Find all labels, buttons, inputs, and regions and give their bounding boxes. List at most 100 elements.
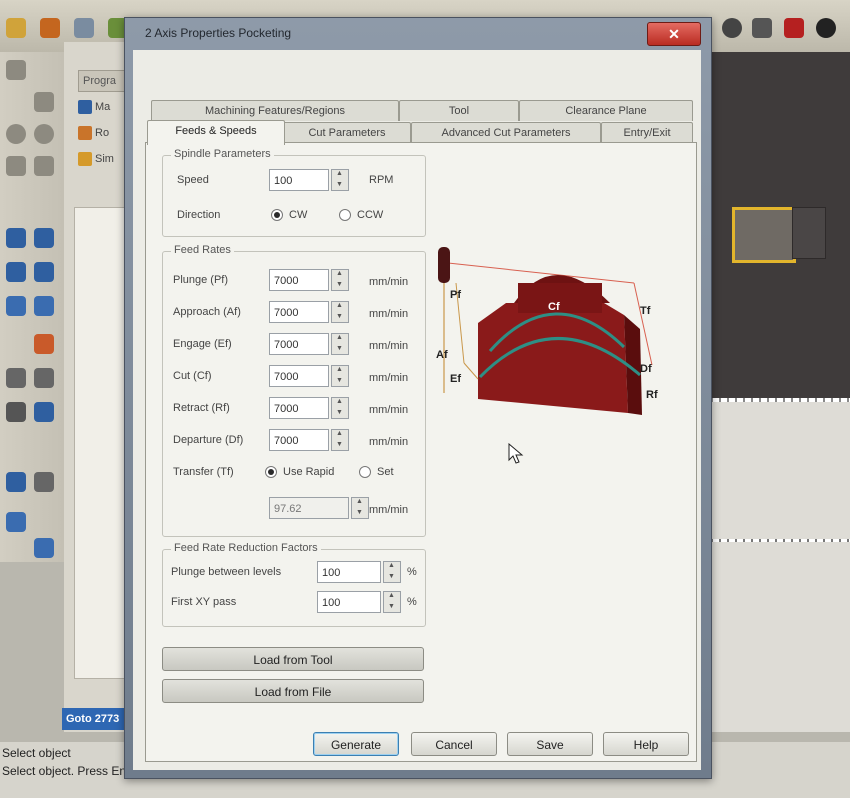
browser-item[interactable]: Sim: [78, 152, 128, 172]
plunge-between-levels-input[interactable]: 100: [317, 561, 381, 583]
browser-item-label: Sim: [95, 152, 114, 165]
status-line-1: Select object: [2, 746, 71, 760]
transform-icon[interactable]: [34, 368, 54, 388]
cut-label: Cut (Cf): [173, 370, 212, 382]
feed-rate-diagram: Pf Cf Tf Af Ef Df Rf: [434, 243, 670, 423]
dialog-body: Machining Features/Regions Tool Clearanc…: [133, 50, 701, 770]
diagram-label-rf: Rf: [646, 389, 658, 401]
group-title: Feed Rates: [171, 244, 234, 256]
diagram-label-af: Af: [436, 349, 448, 361]
solid-icon[interactable]: [34, 296, 54, 316]
plunge-spinner[interactable]: [331, 269, 349, 291]
generate-button[interactable]: Generate: [313, 732, 399, 756]
simulation-icon: [78, 152, 92, 166]
save-button[interactable]: Save: [507, 732, 593, 756]
tab-feeds-speeds[interactable]: Feeds & Speeds: [147, 120, 285, 145]
group-title: Feed Rate Reduction Factors: [171, 542, 321, 554]
browser-item-label: Ro: [95, 126, 110, 139]
transform-icon[interactable]: [34, 334, 54, 354]
shape-icon[interactable]: [6, 156, 26, 176]
transfer-input[interactable]: 97.62: [269, 497, 349, 519]
retract-input[interactable]: 7000: [269, 397, 329, 419]
bulb-icon[interactable]: [722, 18, 742, 38]
feed-rate-reduction-group: Feed Rate Reduction Factors Plunge betwe…: [162, 542, 426, 627]
browser-item[interactable]: Ro: [78, 126, 128, 146]
approach-spinner[interactable]: [331, 301, 349, 323]
toolbar-icon[interactable]: [40, 18, 60, 38]
unit-label: mm/min: [369, 372, 409, 384]
help-button[interactable]: Help: [603, 732, 689, 756]
first-xy-pass-spinner[interactable]: [383, 591, 401, 613]
circle-icon[interactable]: [6, 124, 26, 144]
transform-icon[interactable]: [6, 512, 26, 532]
ccw-radio[interactable]: [339, 209, 351, 221]
tab-cut-parameters[interactable]: Cut Parameters: [283, 122, 411, 143]
group-title: Spindle Parameters: [171, 148, 274, 160]
speed-spinner[interactable]: [331, 169, 349, 191]
first-xy-pass-label: First XY pass: [171, 596, 237, 608]
diagram-label-df: Df: [640, 363, 652, 375]
cut-spinner[interactable]: [331, 365, 349, 387]
load-from-file-button[interactable]: Load from File: [162, 679, 424, 703]
select-arrow-icon[interactable]: [6, 60, 26, 80]
cw-radio[interactable]: [271, 209, 283, 221]
ccw-label: CCW: [357, 209, 384, 221]
speed-unit: RPM: [369, 174, 394, 186]
feed-rate-diagram-graphic: [438, 247, 653, 415]
unit-label: mm/min: [369, 340, 409, 352]
tab-tool[interactable]: Tool: [399, 100, 519, 121]
solid-icon[interactable]: [34, 262, 54, 282]
cancel-button[interactable]: Cancel: [411, 732, 497, 756]
transform-icon[interactable]: [34, 402, 54, 422]
spindle-parameters-group: Spindle Parameters Speed 100 RPM Directi…: [162, 148, 426, 237]
tab-advanced-cut-parameters[interactable]: Advanced Cut Parameters: [411, 122, 601, 143]
lock-icon[interactable]: [752, 18, 772, 38]
use-rapid-radio[interactable]: [265, 466, 277, 478]
tab-clearance-plane[interactable]: Clearance Plane: [519, 100, 693, 121]
tool-thumbnail[interactable]: [732, 207, 796, 263]
unit-label: mm/min: [369, 504, 409, 516]
transform-icon[interactable]: [34, 472, 54, 492]
browser-item[interactable]: Ma: [78, 100, 128, 120]
red-object-icon[interactable]: [784, 18, 804, 38]
tab-entry-exit[interactable]: Entry/Exit: [601, 122, 693, 143]
retract-spinner[interactable]: [331, 397, 349, 419]
set-radio[interactable]: [359, 466, 371, 478]
solid-icon[interactable]: [6, 262, 26, 282]
approach-label: Approach (Af): [173, 306, 241, 318]
transform-icon[interactable]: [34, 538, 54, 558]
cut-input[interactable]: 7000: [269, 365, 329, 387]
viewport-lower[interactable]: [705, 402, 850, 732]
toolbar-icon[interactable]: [74, 18, 94, 38]
circle-icon[interactable]: [34, 124, 54, 144]
first-xy-pass-input[interactable]: 100: [317, 591, 381, 613]
percent-label: %: [407, 596, 417, 608]
engage-input[interactable]: 7000: [269, 333, 329, 355]
transform-icon[interactable]: [6, 402, 26, 422]
close-button[interactable]: ✕: [647, 22, 701, 46]
solid-icon[interactable]: [6, 296, 26, 316]
plunge-label: Plunge (Pf): [173, 274, 229, 286]
transform-icon[interactable]: [6, 472, 26, 492]
solid-icon[interactable]: [6, 228, 26, 248]
plunge-between-levels-spinner[interactable]: [383, 561, 401, 583]
shape-icon[interactable]: [34, 156, 54, 176]
transfer-spinner[interactable]: [351, 497, 369, 519]
departure-input[interactable]: 7000: [269, 429, 329, 451]
speed-input[interactable]: 100: [269, 169, 329, 191]
diagram-label-pf: Pf: [450, 289, 461, 301]
load-from-tool-button[interactable]: Load from Tool: [162, 647, 424, 671]
percent-label: %: [407, 566, 417, 578]
plunge-input[interactable]: 7000: [269, 269, 329, 291]
curve-icon[interactable]: [34, 92, 54, 112]
approach-input[interactable]: 7000: [269, 301, 329, 323]
tab-machining-features[interactable]: Machining Features/Regions: [151, 100, 399, 121]
toolbar-icon[interactable]: [6, 18, 26, 38]
dialog-title: 2 Axis Properties Pocketing: [145, 26, 292, 40]
feed-rates-group: Feed Rates Plunge (Pf) 7000 mm/min Appro…: [162, 244, 426, 537]
departure-spinner[interactable]: [331, 429, 349, 451]
solid-icon[interactable]: [34, 228, 54, 248]
engage-spinner[interactable]: [331, 333, 349, 355]
transform-icon[interactable]: [6, 368, 26, 388]
sphere-icon[interactable]: [816, 18, 836, 38]
